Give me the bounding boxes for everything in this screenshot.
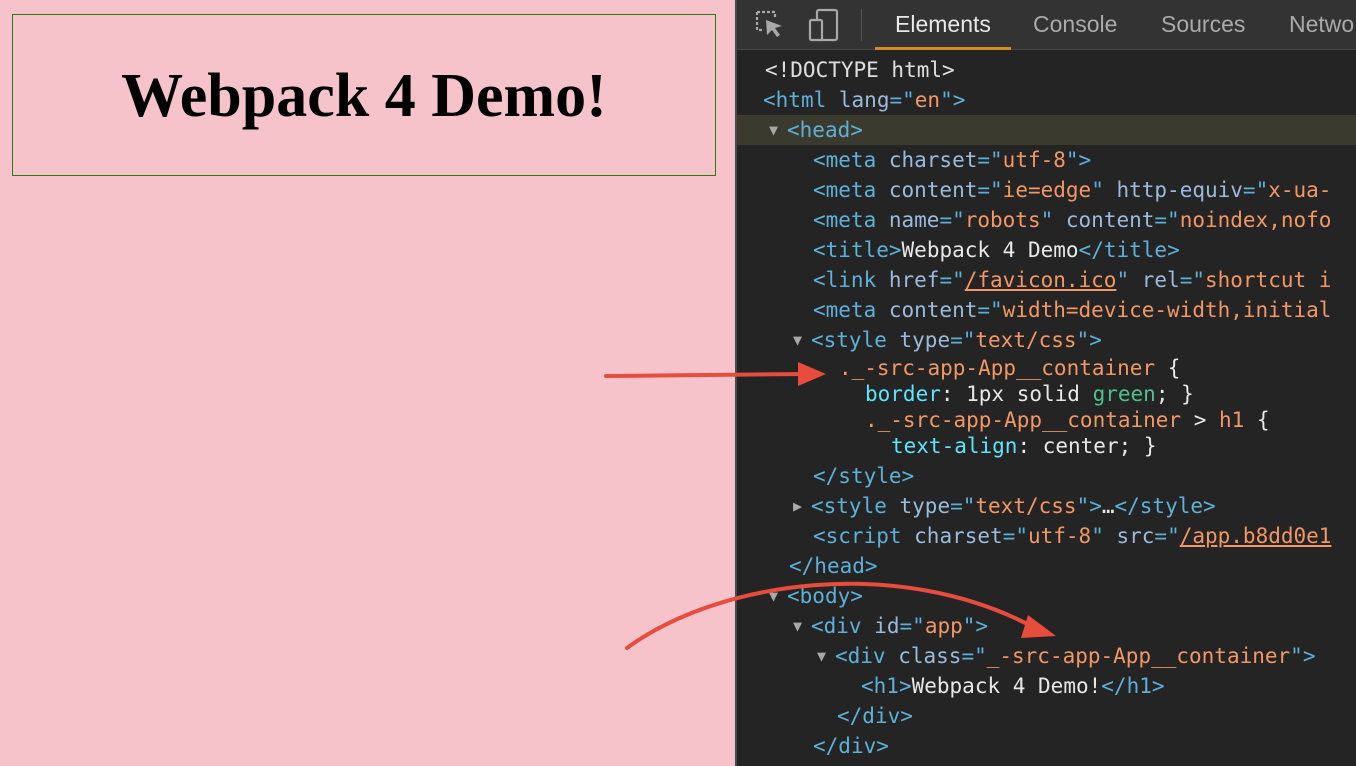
tree-line-meta-charset[interactable]: <meta charset="utf-8"> — [737, 145, 1356, 175]
expand-arrow-icon[interactable]: ▼ — [793, 325, 811, 355]
css-rule-h1: ._-src-app-App__container > h1 { — [865, 408, 1270, 432]
tree-line-style-close[interactable]: </style> — [737, 461, 1356, 491]
tree-line-doctype[interactable]: <!DOCTYPE html> — [737, 55, 1356, 85]
screenshot: Webpack 4 Demo! Elements Console Sources… — [0, 0, 1356, 766]
tree-line-html[interactable]: <html lang="en"> — [737, 85, 1356, 115]
app-container: Webpack 4 Demo! — [12, 14, 716, 176]
tree-line-link[interactable]: <link href="/favicon.ico" rel="shortcut … — [737, 265, 1356, 295]
tree-line-div-app[interactable]: ▼ <div id="app"> — [737, 611, 1356, 641]
collapse-arrow-icon[interactable]: ▶ — [793, 491, 811, 521]
tab-console[interactable]: Console — [1013, 0, 1137, 50]
tree-line-div-close[interactable]: </div> — [737, 701, 1356, 731]
tree-line-meta-ie[interactable]: <meta content="ie=edge" http-equiv="x-ua… — [737, 175, 1356, 205]
cursor-select-icon[interactable] — [753, 8, 787, 42]
expand-arrow-icon[interactable]: ▼ — [769, 115, 787, 145]
expand-arrow-icon[interactable]: ▼ — [817, 641, 835, 671]
tree-line-head[interactable]: ▼ <head> — [737, 115, 1356, 145]
expand-arrow-icon[interactable]: ▼ — [793, 611, 811, 641]
tree-line-h1[interactable]: <h1>Webpack 4 Demo!</h1> — [737, 671, 1356, 701]
device-toggle-icon[interactable] — [807, 8, 841, 42]
tree-line-div-container[interactable]: ▼ <div class="_-src-app-App__container"> — [737, 641, 1356, 671]
page-viewport: Webpack 4 Demo! — [0, 0, 735, 766]
tree-line-title[interactable]: <title>Webpack 4 Demo</title> — [737, 235, 1356, 265]
css-text-align-declaration: text-align: center; } — [891, 434, 1157, 458]
tree-line-script[interactable]: <script charset="utf-8" src="/app.b8dd0e… — [737, 521, 1356, 551]
tree-line-style-collapsed[interactable]: ▶ <style type="text/css">…</style> — [737, 491, 1356, 521]
tree-line-head-close[interactable]: </head> — [737, 551, 1356, 581]
devtools-toolbar: Elements Console Sources Netwo — [737, 0, 1356, 50]
tree-line-meta-robots[interactable]: <meta name="robots" content="noindex,nof… — [737, 205, 1356, 235]
tree-line-body[interactable]: ▼ <body> — [737, 581, 1356, 611]
tab-elements[interactable]: Elements — [875, 0, 1011, 50]
script-src-link[interactable]: /app.b8dd0e1 — [1180, 524, 1332, 548]
expand-arrow-icon[interactable]: ▼ — [769, 581, 787, 611]
tab-sources[interactable]: Sources — [1141, 0, 1265, 50]
tab-network[interactable]: Netwo — [1269, 0, 1356, 50]
toolbar-separator — [861, 9, 862, 41]
page-heading: Webpack 4 Demo! — [121, 62, 607, 130]
tree-line-style[interactable]: ▼ <style type="text/css"> — [737, 325, 1356, 355]
css-border-declaration: border: 1px solid green; } — [865, 382, 1194, 406]
css-rule-container: ._-src-app-App__container { — [839, 356, 1181, 380]
devtools-panel: Elements Console Sources Netwo <!DOCTYPE… — [735, 0, 1356, 766]
favicon-link[interactable]: /favicon.ico — [965, 268, 1117, 292]
tree-line-div-close[interactable]: </div> — [737, 731, 1356, 761]
tree-line-meta-viewport[interactable]: <meta content="width=device-width,initia… — [737, 295, 1356, 325]
dom-tree: <!DOCTYPE html> <html lang="en"> ▼ <head>… — [737, 50, 1356, 766]
